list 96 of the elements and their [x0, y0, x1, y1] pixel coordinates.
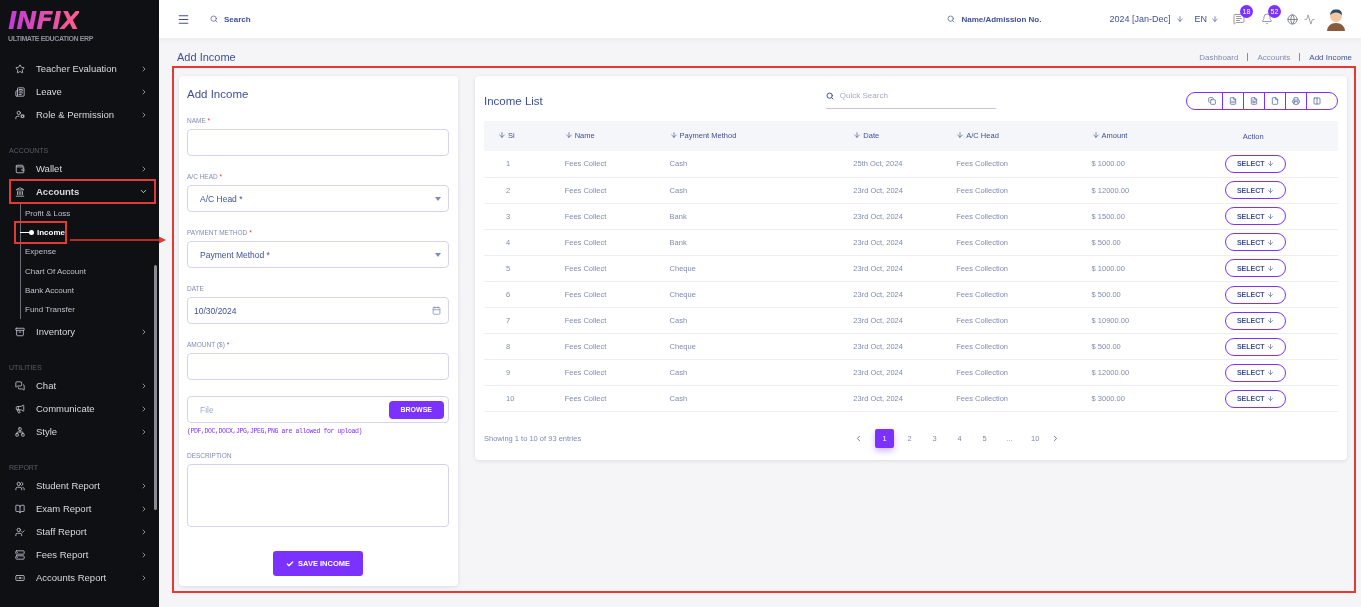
chevron-right-icon: [140, 481, 148, 490]
user-check-icon: [15, 526, 25, 537]
submenu-item[interactable]: Income: [16, 223, 65, 243]
arrow-down-icon: [1211, 15, 1219, 23]
sort-arrow-icon[interactable]: [956, 131, 965, 140]
sort-arrow-icon[interactable]: [564, 131, 573, 140]
sort-arrow-icon[interactable]: [669, 131, 678, 140]
page-title: Add Income: [177, 51, 236, 63]
arrow-down-icon: [1266, 369, 1274, 377]
arrow-down-icon: [1176, 15, 1185, 23]
arrow-down-icon: [1266, 343, 1274, 351]
activity-icon[interactable]: [1304, 13, 1315, 25]
select-field[interactable]: A/C Head *: [187, 185, 449, 212]
avatar[interactable]: [1325, 7, 1347, 31]
description-field[interactable]: [187, 464, 449, 527]
chevron-right-icon: [140, 327, 148, 336]
wallet-icon: [15, 163, 25, 174]
chevron-right-icon: [140, 381, 148, 390]
previous-page-icon[interactable]: [854, 434, 863, 444]
submenu-item[interactable]: Profit & Loss: [21, 204, 71, 224]
input-field[interactable]: [187, 353, 449, 380]
chevron-right-icon: [140, 164, 148, 173]
input-field[interactable]: [187, 129, 449, 156]
sort-arrow-icon[interactable]: [1091, 131, 1100, 140]
megaphone-icon: [15, 403, 25, 414]
scrollbar[interactable]: [154, 265, 157, 510]
arrow-down-icon: [1266, 238, 1274, 246]
arrow-down-icon: [1266, 291, 1274, 298]
chevron-down-icon: [139, 187, 148, 196]
caret-icon: [435, 196, 441, 201]
date-field[interactable]: 10/30/2024: [187, 297, 449, 324]
archive-icon: [15, 326, 25, 337]
submenu-item[interactable]: Chart Of Account: [21, 261, 86, 281]
sidebar-item[interactable]: Style: [11, 421, 154, 443]
sidebar-item[interactable]: Exam Report: [11, 498, 154, 520]
sidebar-item[interactable]: Inventory: [11, 321, 154, 343]
chevron-right-icon: [140, 504, 148, 513]
chevron-right-icon: [140, 550, 148, 559]
sidebar-item[interactable]: Wallet: [11, 158, 154, 179]
caret-icon: [435, 252, 441, 257]
chevron-right-icon: [140, 404, 148, 413]
arrow-down-icon: [1266, 317, 1274, 325]
language-dropdown[interactable]: EN: [1194, 14, 1219, 24]
chevron-right-icon: [140, 87, 148, 96]
chevron-right-icon: [140, 573, 148, 582]
sidebar-item[interactable]: Fees Report: [11, 544, 154, 566]
chevron-right-icon: [140, 527, 148, 536]
arrow-down-icon: [1266, 160, 1274, 168]
breadcrumb-link[interactable]: Add Income: [1309, 52, 1352, 62]
card-title: Income List: [484, 95, 543, 107]
user-gear-icon: [15, 109, 25, 120]
submenu-item[interactable]: Bank Account: [21, 280, 74, 300]
banknote-icon: [15, 572, 25, 583]
messages-icon[interactable]: [1233, 13, 1245, 25]
chevron-right-icon: [140, 427, 148, 436]
sidebar-item[interactable]: Communicate: [11, 398, 154, 420]
server-icon: [15, 549, 25, 560]
student-search-field[interactable]: Name/Admission No.: [959, 13, 1046, 25]
arrow-down-icon: [1266, 212, 1274, 220]
calendar-icon[interactable]: [432, 306, 441, 315]
book-icon: [15, 503, 25, 514]
search-icon[interactable]: [210, 15, 218, 23]
submenu-item[interactable]: Fund Transfer: [21, 299, 75, 320]
bell-icon[interactable]: [1261, 13, 1273, 25]
arrow-down-icon: [1266, 264, 1274, 272]
bullet-icon: [20, 230, 34, 236]
search-field[interactable]: Search: [222, 13, 322, 25]
chevron-right-icon: [140, 110, 148, 119]
globe-icon[interactable]: [1287, 13, 1298, 25]
search-icon[interactable]: [825, 91, 834, 100]
sort-arrow-icon[interactable]: [498, 131, 506, 140]
sidebar-item[interactable]: Student Report: [11, 475, 154, 497]
sidebar-item[interactable]: Accounts: [11, 181, 154, 202]
session-dropdown[interactable]: 2024 [Jan-Dec]: [1109, 14, 1185, 24]
chat-bubbles-icon: [15, 380, 25, 391]
arrow-down-icon: [1266, 395, 1274, 403]
sidebar-item[interactable]: Chat: [11, 375, 154, 397]
submenu-item[interactable]: Expense: [21, 242, 57, 262]
sort-arrow-icon[interactable]: [853, 131, 862, 140]
select-field[interactable]: Payment Method *: [187, 241, 449, 268]
arrow-down-icon: [1266, 186, 1274, 194]
sidebar-item[interactable]: Accounts Report: [11, 567, 154, 589]
sidebar-item[interactable]: Staff Report: [11, 521, 154, 543]
bank-icon: [15, 186, 25, 197]
network-icon: [15, 426, 25, 437]
check-icon: [286, 559, 294, 568]
chevron-right-icon: [140, 64, 148, 73]
card-title: Add Income: [187, 88, 249, 100]
search-icon[interactable]: [947, 15, 956, 23]
sidebar-item[interactable]: Role & Permission: [11, 104, 154, 125]
sidebar-item[interactable]: Leave: [11, 81, 154, 102]
menu-icon[interactable]: [177, 12, 190, 26]
newspaper-icon: [15, 86, 25, 97]
star-icon: [15, 63, 25, 74]
users-icon: [15, 480, 25, 491]
sidebar-item[interactable]: Teacher Evaluation: [11, 58, 154, 79]
